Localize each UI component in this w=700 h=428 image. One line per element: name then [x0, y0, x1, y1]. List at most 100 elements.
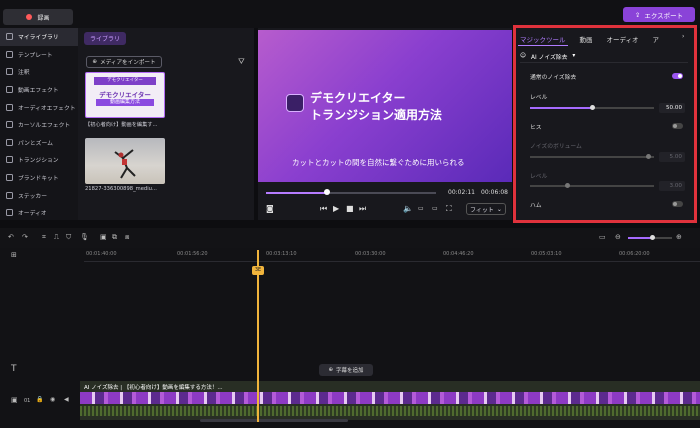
- caret-down-icon: ▾: [572, 53, 576, 59]
- tab-audio[interactable]: オーディオ: [605, 33, 641, 45]
- media-caption-1: 【初心者向け】動画を編集す...: [85, 122, 158, 128]
- redo-icon[interactable]: ↷: [22, 233, 28, 241]
- lock-icon[interactable]: 🔒: [36, 396, 43, 403]
- fit-dropdown[interactable]: フィット ⌄: [466, 203, 506, 215]
- media-thumbnail-2[interactable]: [85, 138, 165, 184]
- music-icon: [6, 209, 13, 217]
- ruler-label: 00:04:46:20: [443, 251, 474, 257]
- export-icon: ⇪: [634, 10, 641, 19]
- toggle-knob: [673, 202, 677, 206]
- record-dot-icon: [26, 14, 33, 20]
- fit-timeline-icon[interactable]: ▭: [599, 233, 606, 241]
- record-button[interactable]: 録画: [3, 9, 73, 25]
- app-logo-icon: [286, 94, 304, 112]
- noise-volume-slider[interactable]: [530, 156, 654, 158]
- sidebar-item-video-effect[interactable]: 動画エフェクト: [0, 81, 78, 99]
- fullscreen-icon[interactable]: ⛶: [446, 204, 452, 214]
- sidebar-item-label: ステッカー: [18, 193, 47, 200]
- video-effect-icon: [6, 86, 13, 94]
- noise-volume-knob[interactable]: [645, 154, 651, 159]
- record-screen-icon[interactable]: ⧈: [125, 233, 129, 242]
- ai-select-label: AI ノイズ除去: [531, 54, 568, 61]
- level2-slider[interactable]: [530, 185, 654, 187]
- zoom-out-icon[interactable]: ⊖: [615, 233, 621, 241]
- sidebar-item-label: テンプレート: [18, 52, 53, 59]
- add-subtitle-button[interactable]: ⊕ 字幕を追加: [319, 364, 373, 376]
- export-button[interactable]: ⇪ エクスポート: [623, 7, 695, 22]
- sidebar-item-audio[interactable]: オーディオ: [0, 204, 78, 222]
- video-title-line1: デモクリエイター: [310, 91, 406, 105]
- mic-icon[interactable]: 🎙: [80, 233, 89, 241]
- horizontal-scrollbar[interactable]: [200, 419, 348, 422]
- hiss-toggle[interactable]: [672, 123, 683, 129]
- add-track-icon[interactable]: ⊞: [11, 251, 17, 259]
- filter-icon[interactable]: ⛛: [238, 57, 245, 67]
- ai-denoise-select[interactable]: ☺ AI ノイズ除去 ▾: [520, 50, 688, 63]
- shield-icon[interactable]: ⛉: [66, 233, 71, 242]
- zoom-knob[interactable]: [650, 235, 655, 240]
- eye-icon[interactable]: ◉: [50, 396, 55, 403]
- text-track-icon[interactable]: T: [11, 364, 17, 374]
- normal-noise-label: 通常のノイズ除去: [530, 75, 577, 81]
- fit-label: フィット: [470, 206, 494, 214]
- media-caption-2: 21827-336300898_mediu...: [85, 186, 157, 192]
- toggle-knob: [673, 124, 677, 128]
- play-icon[interactable]: ▶: [333, 204, 339, 213]
- sidebar-item-label: カーソルエフェクト: [18, 123, 71, 130]
- next-frame-icon[interactable]: ⏭: [359, 204, 366, 214]
- multi-clip-icon[interactable]: ⧉: [112, 233, 117, 242]
- crop-icon[interactable]: ⌗: [42, 233, 46, 242]
- hiss-label: ヒス: [530, 125, 542, 131]
- normal-noise-toggle[interactable]: [672, 73, 683, 79]
- tab-video[interactable]: 動画: [578, 33, 595, 45]
- sidebar-item-annotation[interactable]: 注釈: [0, 63, 78, 81]
- import-media-button[interactable]: ⊕ メディアをインポート: [86, 56, 162, 68]
- level2-value[interactable]: 3.00: [659, 181, 685, 191]
- media-thumbnail-1[interactable]: デモクリエイター デモクリエイター 動画編集方法: [85, 72, 165, 118]
- sidebar-item-template[interactable]: テンプレート: [0, 46, 78, 64]
- volume-icon[interactable]: 🔈: [403, 204, 413, 213]
- sidebar-item-label: 注釈: [18, 70, 30, 77]
- sidebar-item-label: パンとズーム: [18, 140, 53, 147]
- noise-volume-label: ノイズのボリューム: [530, 144, 582, 150]
- hum-toggle[interactable]: [672, 201, 683, 207]
- dancer-figure: [114, 149, 136, 179]
- sidebar-item-library[interactable]: マイライブラリ: [0, 28, 78, 46]
- level-value[interactable]: 50.00: [659, 103, 685, 113]
- chevron-right-icon[interactable]: ›: [682, 33, 684, 40]
- sidebar-item-sticker[interactable]: ステッカー: [0, 186, 78, 204]
- video-preview[interactable]: デモクリエイター トランジション適用方法 カットとカットの間を自然に繋ぐために用…: [258, 30, 512, 182]
- speaker-icon[interactable]: ◀: [64, 396, 69, 403]
- thumb-title: デモクリエイター: [99, 91, 151, 99]
- noise-volume-value[interactable]: 5.00: [659, 152, 685, 162]
- level2-label: レベル: [530, 174, 548, 180]
- template-icon: [6, 50, 13, 58]
- sticker-icon: [6, 191, 13, 199]
- undo-icon[interactable]: ↶: [8, 233, 14, 241]
- camera-icon[interactable]: ◙: [266, 204, 274, 213]
- sidebar-item-cursor-effect[interactable]: カーソルエフェクト: [0, 116, 78, 134]
- ruler-label: 00:05:03:10: [531, 251, 562, 257]
- stop-icon[interactable]: ■: [346, 204, 354, 213]
- level-slider-knob[interactable]: [590, 105, 595, 110]
- split-icon[interactable]: ⎍: [54, 233, 59, 242]
- video-subtitle: カットとカットの間を自然に繋ぐために用いられる: [292, 158, 465, 167]
- caption-toggle-icon[interactable]: ▭: [418, 205, 424, 212]
- tab-more[interactable]: ア: [651, 33, 662, 45]
- tab-library[interactable]: ライブラリ: [84, 32, 127, 45]
- quality-icon[interactable]: ▭: [432, 205, 438, 212]
- playhead-handle[interactable]: 3E: [252, 266, 264, 275]
- sidebar-item-label: ブランドキット: [18, 176, 59, 183]
- caption-icon[interactable]: ▣: [100, 233, 107, 241]
- level-label: レベル: [530, 95, 548, 101]
- playhead[interactable]: [257, 250, 259, 422]
- sidebar-item-transition[interactable]: トランジション: [0, 151, 78, 169]
- sidebar-item-brand-kit[interactable]: ブランドキット: [0, 169, 78, 187]
- sidebar-item-audio-effect[interactable]: オーディオエフェクト: [0, 98, 78, 116]
- audio-waveform: [80, 406, 700, 416]
- zoom-in-icon[interactable]: ⊕: [676, 233, 682, 241]
- prev-frame-icon[interactable]: ⏮: [320, 204, 327, 214]
- tab-magic-tools[interactable]: マジックツール: [518, 33, 568, 46]
- import-label: メディアをインポート: [100, 60, 156, 66]
- sidebar-item-pan-zoom[interactable]: パンとズーム: [0, 134, 78, 152]
